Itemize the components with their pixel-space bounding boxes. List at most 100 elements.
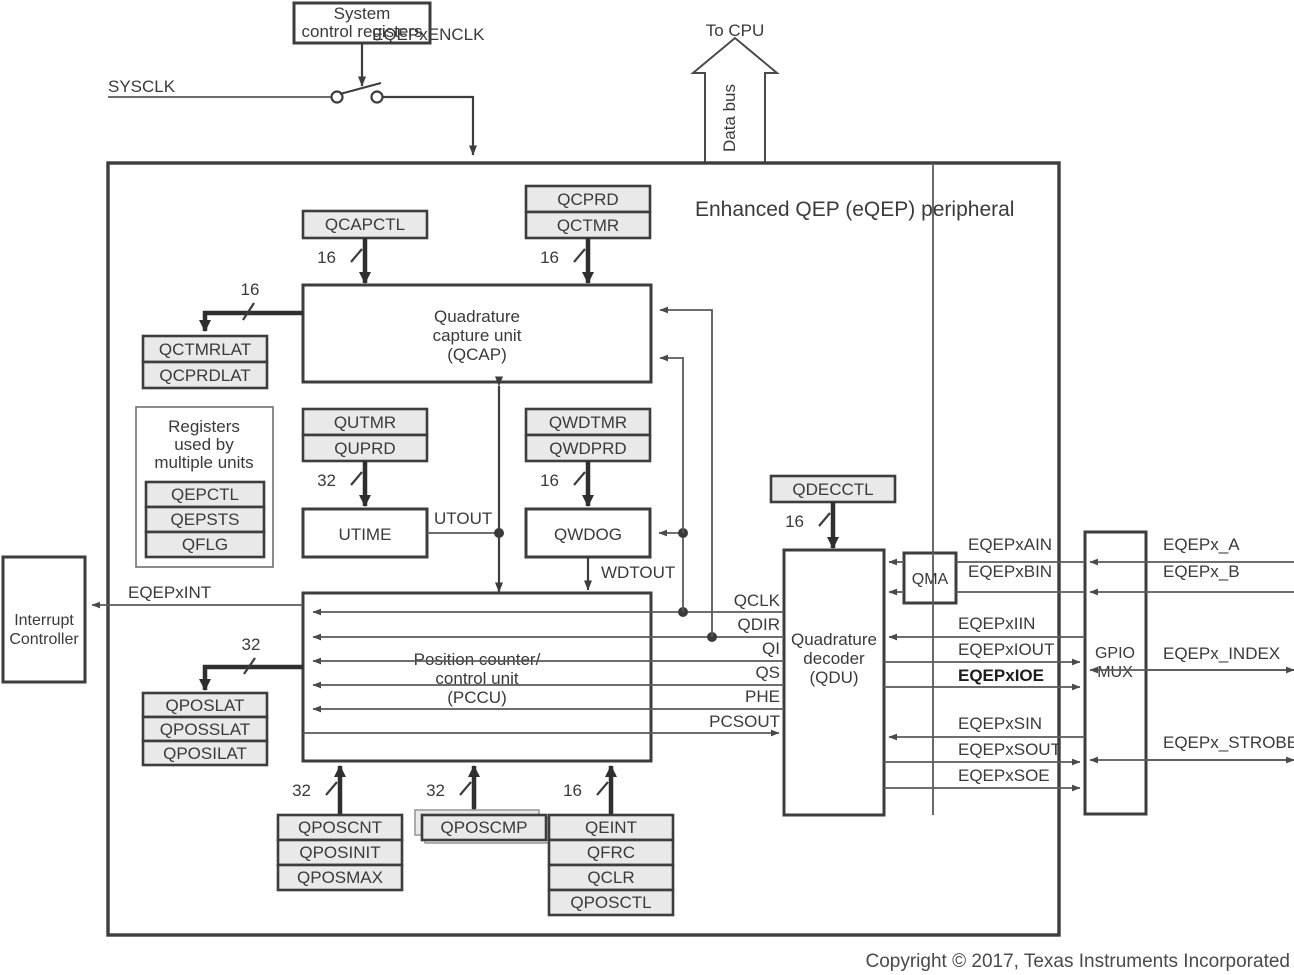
register-label: QDECCTL (792, 480, 873, 499)
width-slash-5 (573, 471, 586, 486)
qcap-line2: capture unit (433, 326, 522, 345)
signal-label-pcsout: PCSOUT (709, 712, 780, 731)
signal-label-eqepxain: EQEPxAIN (968, 535, 1052, 554)
register-label: QEPSTS (171, 510, 240, 529)
signal-label-eqepxbin: EQEPxBIN (968, 562, 1052, 581)
register-label: QEINT (585, 818, 637, 837)
qwdog-label: QWDOG (554, 525, 622, 544)
gpio-mux-line1: GPIO (1095, 645, 1135, 662)
register-qposlat-group: QPOSLAT QPOSSLAT QPOSILAT (141, 691, 269, 767)
register-label: QPOSCMP (441, 818, 528, 837)
register-label: QUTMR (334, 413, 396, 432)
register-qcapctl: QCAPCTL (301, 209, 429, 240)
width-slash-9 (596, 781, 609, 796)
system-control-line1: System (334, 4, 391, 23)
register-qeint-group: QEINT QFRC QCLR QPOSCTL (547, 813, 675, 917)
qposlat-bus (199, 664, 303, 691)
gpio-mux-line2: MUX (1097, 664, 1133, 681)
width-slash-8 (459, 781, 472, 796)
signal-label-eqepxsout: EQEPxSOUT (958, 740, 1061, 759)
width-qdecctl: 16 (785, 512, 804, 531)
signal-label-qclk: QCLK (734, 591, 781, 610)
width-qcap-out: 16 (241, 280, 260, 299)
register-qwdtmr-qwdprd: QWDTMR QWDPRD (524, 407, 652, 463)
register-label: QPOSCTL (570, 893, 651, 912)
register-label: QWDTMR (549, 413, 627, 432)
data-bus-arrow: To CPU Data bus (690, 21, 780, 164)
qdu-line1: Quadrature (791, 630, 877, 649)
pccu-line1: Position counter/ (414, 650, 541, 669)
qdir-to-qcap (659, 306, 713, 637)
shared-title-3: multiple units (154, 453, 253, 472)
sysclk-label: SYSCLK (108, 77, 176, 96)
width-qcapctl: 16 (317, 248, 336, 267)
register-label: QPOSINIT (299, 843, 380, 862)
register-qutmr-quprd: QUTMR QUPRD (301, 407, 429, 463)
register-label: QPOSLAT (165, 696, 244, 715)
qma-label: QMA (912, 571, 949, 588)
qdu-line3: (QDU) (809, 668, 858, 687)
enclk-label: EQEPxENCLK (372, 25, 485, 44)
register-label: QCPRD (557, 190, 618, 209)
signal-label-qs: QS (755, 663, 780, 682)
peripheral-title: Enhanced QEP (eQEP) peripheral (695, 198, 1014, 221)
gpio-mux-box: GPIO MUX (1083, 530, 1148, 816)
clock-into-peripheral (383, 95, 477, 156)
signal-label-eqepx-a: EQEPx_A (1163, 535, 1240, 554)
signal-label-eqepxiout: EQEPxIOUT (958, 640, 1054, 659)
utime-label: UTIME (339, 525, 392, 544)
width-slash-4 (350, 471, 363, 486)
register-qcprd-qctmr: QCPRD QCTMR (524, 184, 652, 240)
utout-label: UTOUT (434, 509, 492, 528)
signal-label-eqepx-b: EQEPx_B (1163, 562, 1240, 581)
quadrature-capture-unit: Quadrature capture unit (QCAP) (301, 283, 653, 384)
eqepxint-label: EQEPxINT (128, 583, 211, 602)
quadrature-decoder-unit: Quadrature decoder (QDU) (782, 548, 886, 817)
register-label: QEPCTL (171, 485, 239, 504)
register-label: QCTMR (557, 216, 619, 235)
interrupt-controller-box: Interrupt Controller (1, 555, 87, 684)
data-bus-label: Data bus (720, 84, 739, 152)
signal-label-phe: PHE (745, 687, 780, 706)
wdtout-label: WDTOUT (601, 563, 675, 582)
qcap-line3: (QCAP) (447, 345, 507, 364)
signal-label-eqepxioe: EQEPxIOE (958, 666, 1044, 685)
width-qposlat: 32 (242, 635, 261, 654)
signal-label-eqepx-index: EQEPx_INDEX (1163, 644, 1280, 663)
register-label: QFLG (182, 535, 228, 554)
register-label: QFRC (587, 843, 635, 862)
register-label: QPOSSLAT (160, 720, 250, 739)
switch-right-terminal (370, 90, 384, 104)
width-slash-10 (818, 512, 831, 527)
eqep-block-diagram: System control registers EQEPxENCLK SYSC… (0, 0, 1294, 975)
register-label: QPOSMAX (297, 868, 383, 887)
interrupt-line2: Controller (9, 631, 79, 648)
qcap-line1: Quadrature (434, 307, 520, 326)
width-qeint: 16 (563, 781, 582, 800)
qwdog-unit: QWDOG (524, 507, 652, 559)
register-qposcnt-group: QPOSCNT QPOSINIT QPOSMAX (276, 813, 404, 892)
width-slash-7 (325, 781, 338, 796)
to-cpu-label: To CPU (706, 21, 765, 40)
register-qctmrlat-qcprdlat: QCTMRLAT QCPRDLAT (141, 334, 269, 390)
copyright-notice: Copyright © 2017, Texas Instruments Inco… (866, 951, 1291, 972)
register-label: QCPRDLAT (159, 366, 250, 385)
width-qctmr: 16 (540, 248, 559, 267)
shared-title-2: used by (174, 435, 234, 454)
width-slash-2 (573, 248, 586, 263)
qcap-latch-bus (199, 310, 303, 332)
register-label: QWDPRD (549, 439, 626, 458)
qclk-to-qcap (659, 354, 684, 533)
register-label: QCTMRLAT (159, 340, 251, 359)
width-slash-1 (350, 248, 363, 263)
signal-label-eqepxiin: EQEPxIIN (958, 614, 1035, 633)
width-quprd: 32 (317, 471, 336, 490)
register-qposcmp-group: QPOSCMP (414, 809, 550, 844)
shared-title-1: Registers (168, 417, 240, 436)
position-counter-control-unit: Position counter/ control unit (PCCU) (301, 591, 653, 763)
width-qposcnt: 32 (292, 781, 311, 800)
signal-label-eqepxsoe: EQEPxSOE (958, 766, 1050, 785)
width-qwdprd: 16 (540, 471, 559, 490)
qdu-line2: decoder (803, 649, 865, 668)
shared-registers-panel: Registers used by multiple units QEPCTL … (135, 406, 274, 568)
